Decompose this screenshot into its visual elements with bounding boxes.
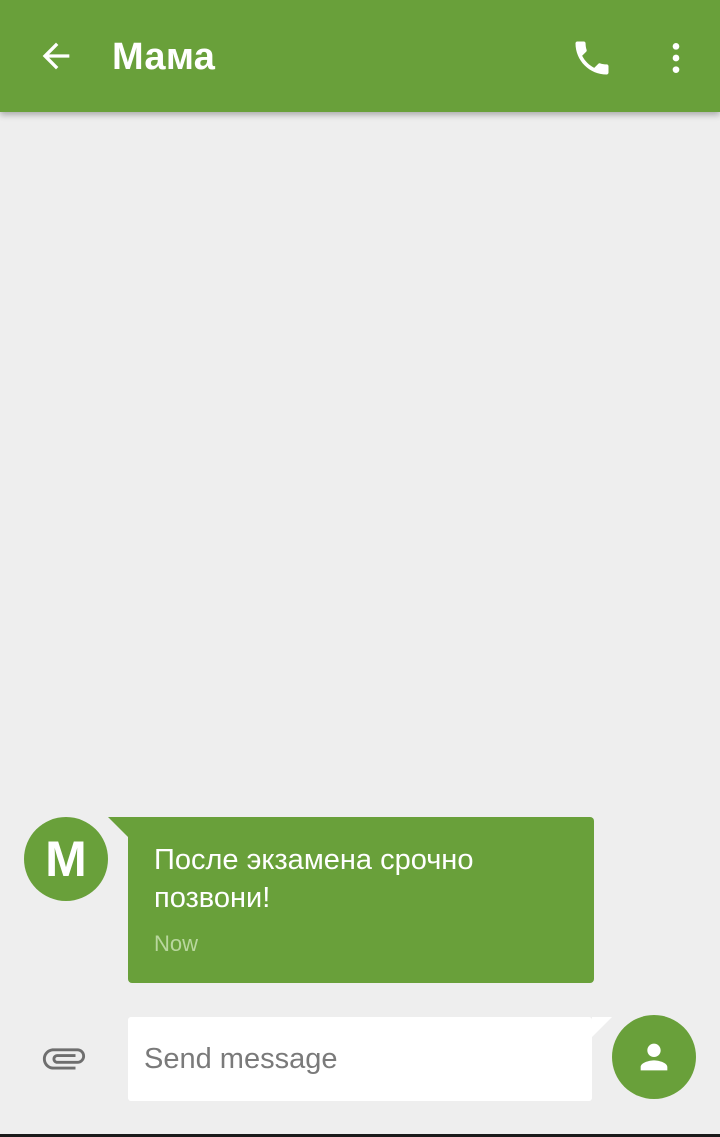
send-button[interactable] [612, 1015, 696, 1099]
phone-icon [575, 41, 609, 75]
message-timestamp: Now [154, 931, 199, 956]
compose-box-tail [592, 1017, 612, 1037]
paperclip-icon [42, 1048, 86, 1070]
message-input[interactable] [144, 1017, 574, 1101]
message-bubble-tail [108, 817, 128, 837]
attach-button[interactable] [28, 1026, 100, 1090]
message-text: После экзамена срочно позвони! [154, 844, 474, 914]
more-vert-icon [672, 43, 680, 73]
arrow-back-icon [42, 42, 70, 70]
more-options-button[interactable] [648, 28, 704, 88]
compose-box[interactable] [128, 1017, 592, 1101]
message-bubble[interactable]: После экзамена срочно позвони! Now [128, 817, 594, 983]
back-button[interactable] [28, 28, 84, 84]
contact-person-icon [640, 1043, 668, 1071]
avatar-initial: M [45, 831, 87, 887]
contact-avatar[interactable]: M [24, 817, 108, 901]
app-bar: Мама [0, 0, 720, 112]
conversation-title: Мама [112, 36, 216, 78]
call-button[interactable] [562, 28, 622, 88]
